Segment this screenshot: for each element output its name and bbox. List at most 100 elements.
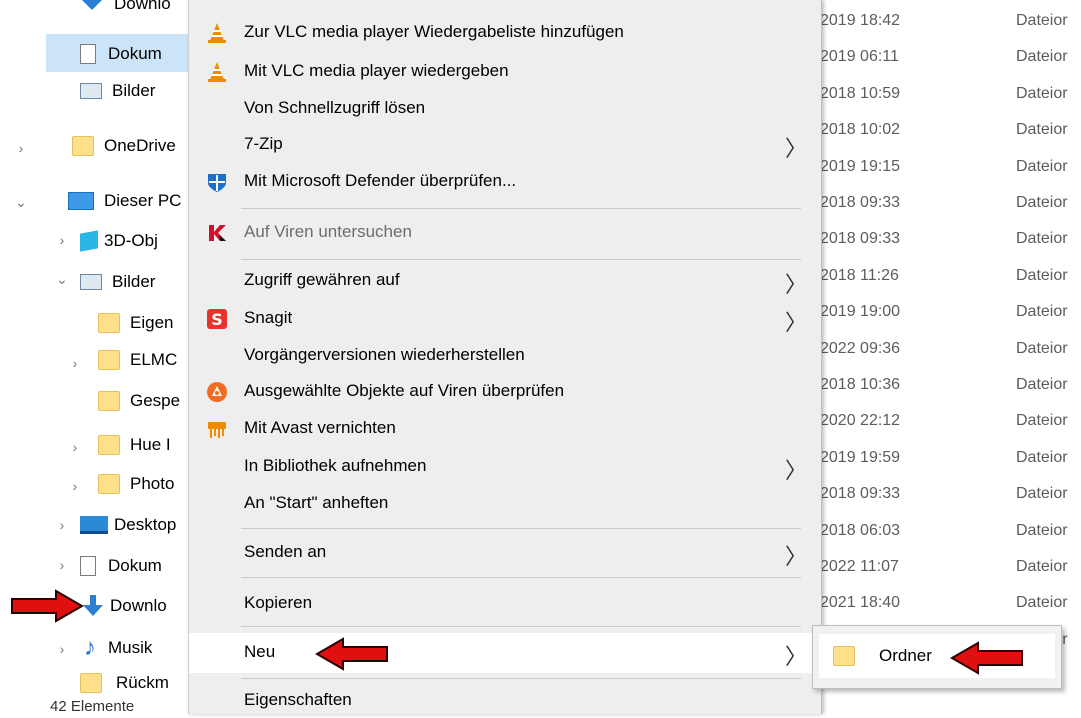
submenu-item-label: Ordner: [879, 646, 932, 665]
folder-icon: [98, 474, 120, 494]
menu-item-vlc-play[interactable]: Mit VLC media player wiedergeben: [189, 55, 821, 89]
download-arrow-icon: [80, 0, 104, 10]
menu-item-avast-scan[interactable]: Ausgewählte Objekte auf Viren überprüfen: [189, 375, 821, 409]
submenu-arrow-icon: 〉: [785, 310, 808, 335]
file-type: Dateior: [1016, 157, 1068, 175]
nav-item-documents-pc[interactable]: Dokum: [80, 548, 162, 584]
file-modified-date: 2018 09:33: [820, 230, 901, 248]
nav-item-this-pc[interactable]: Dieser PC: [68, 183, 181, 219]
menu-item-grant-access[interactable]: Zugriff gewähren auf 〉: [189, 264, 821, 298]
chevron-right-icon[interactable]: ›: [68, 356, 82, 370]
nav-item-label: ELMC: [130, 350, 178, 369]
nav-item-subfolder[interactable]: Eigen: [98, 305, 173, 341]
menu-item-label: Mit Microsoft Defender überprüfen...: [244, 171, 517, 190]
chevron-right-icon[interactable]: ›: [55, 558, 69, 572]
nav-item-label: Downlo: [110, 596, 167, 615]
nav-item-onedrive[interactable]: OneDrive: [72, 128, 176, 164]
menu-separator: [241, 626, 801, 627]
file-type: Dateior: [1016, 266, 1068, 284]
menu-item-pin-start[interactable]: An "Start" anheften: [189, 487, 821, 521]
menu-item-label: Mit VLC media player wiedergeben: [244, 61, 509, 80]
file-type: Dateior: [1016, 558, 1068, 575]
menu-item-snagit[interactable]: S Snagit 〉: [189, 302, 821, 336]
submenu-arrow-icon: 〉: [785, 458, 808, 483]
nav-item-label: Eigen: [130, 313, 174, 332]
nav-item-subfolder[interactable]: ELMC: [98, 342, 177, 378]
pictures-icon: [80, 274, 102, 290]
annotation-arrow-icon: [949, 641, 1023, 675]
file-modified-date: 2018 10:36: [820, 376, 901, 393]
nav-item-subfolder[interactable]: Photo: [98, 466, 174, 502]
menu-item-unpin-quick-access[interactable]: Von Schnellzugriff lösen: [189, 92, 821, 126]
nav-item-downloads-top[interactable]: Downlo: [80, 0, 171, 22]
file-modified-date: 2019 18:42: [820, 12, 901, 29]
file-type: Dateior: [1016, 448, 1068, 466]
chevron-right-icon[interactable]: ›: [68, 440, 82, 454]
menu-item-defender-scan[interactable]: Mit Microsoft Defender überprüfen...: [189, 165, 821, 199]
menu-item-7zip[interactable]: 7-Zip 〉: [189, 128, 821, 162]
nav-item-subfolder[interactable]: Hue I: [98, 427, 171, 463]
menu-item-label: Vorgängerversionen wiederherstellen: [244, 345, 525, 364]
file-type: Dateior: [1016, 521, 1068, 539]
shredder-icon: [208, 422, 226, 438]
chevron-right-icon[interactable]: ›: [55, 642, 69, 656]
menu-item-avast-shred[interactable]: Mit Avast vernichten: [189, 412, 821, 446]
folder-icon: [98, 313, 120, 333]
file-type: Dateior: [1016, 376, 1068, 393]
chevron-down-icon[interactable]: ⌄: [55, 272, 69, 286]
menu-item-label: Senden an: [244, 542, 327, 561]
menu-separator: [241, 208, 801, 209]
context-menu: Zur VLC media player Wiedergabeliste hin…: [188, 0, 822, 714]
menu-item-label: Zur VLC media player Wiedergabeliste hin…: [244, 22, 624, 41]
submenu-new: Ordner: [812, 625, 1062, 689]
annotation-arrow-icon: [11, 589, 85, 623]
menu-item-label: Kopieren: [244, 593, 313, 612]
submenu-arrow-icon: 〉: [785, 544, 808, 569]
menu-item-copy[interactable]: Kopieren: [189, 587, 821, 621]
menu-item-add-to-library[interactable]: In Bibliothek aufnehmen 〉: [189, 450, 821, 484]
nav-item-label: OneDrive: [104, 136, 176, 155]
chevron-down-icon[interactable]: ⌄: [14, 195, 28, 209]
file-modified-date: 2021 18:40: [820, 594, 901, 612]
file-type: Dateior: [1016, 594, 1068, 612]
nav-item-documents[interactable]: Dokum: [80, 36, 162, 72]
menu-item-vlc-add-playlist[interactable]: Zur VLC media player Wiedergabeliste hin…: [189, 16, 821, 50]
folder-icon: [98, 350, 120, 370]
nav-item-label: Musik: [108, 638, 153, 657]
chevron-right-icon[interactable]: ›: [14, 141, 28, 155]
menu-item-kaspersky-scan[interactable]: Auf Viren untersuchen: [189, 216, 821, 250]
pictures-icon: [80, 83, 102, 99]
vlc-cone-icon: [208, 23, 226, 43]
chevron-right-icon[interactable]: ›: [55, 518, 69, 532]
file-modified-date: 2019 19:15: [820, 157, 901, 175]
menu-item-label: Von Schnellzugriff lösen: [244, 98, 426, 117]
defender-shield-icon: [208, 174, 226, 192]
file-type: Dateior: [1016, 48, 1068, 66]
submenu-arrow-icon: 〉: [785, 644, 808, 669]
nav-item-subfolder[interactable]: Gespe: [98, 383, 180, 419]
menu-item-send-to[interactable]: Senden an 〉: [189, 536, 821, 570]
file-modified-date: 2018 10:59: [820, 84, 901, 102]
menu-item-label: Zugriff gewähren auf: [244, 270, 400, 289]
nav-item-subfolder[interactable]: Rückm: [80, 672, 169, 694]
nav-item-3d-objects[interactable]: 3D-Obj: [80, 223, 158, 259]
nav-item-label: Desktop: [114, 515, 177, 534]
menu-item-properties[interactable]: Eigenschaften: [189, 684, 821, 718]
menu-item-label: In Bibliothek aufnehmen: [244, 456, 427, 475]
nav-item-downloads[interactable]: Downlo: [80, 588, 167, 624]
menu-item-new[interactable]: Neu 〉: [189, 633, 821, 673]
status-bar-item-count: 42 Elemente: [50, 698, 135, 715]
nav-item-pictures-quick[interactable]: Bilder: [80, 73, 155, 109]
nav-item-music[interactable]: ♪ Musik: [84, 630, 152, 666]
avast-icon: [207, 382, 227, 402]
chevron-right-icon[interactable]: ›: [55, 233, 69, 247]
nav-item-label: Downlo: [114, 0, 171, 13]
file-type: Dateior: [1016, 12, 1068, 29]
chevron-right-icon[interactable]: ›: [68, 479, 82, 493]
file-modified-date: 2018 06:03: [820, 521, 901, 539]
file-type: Dateior: [1016, 194, 1068, 211]
menu-item-restore-versions[interactable]: Vorgängerversionen wiederherstellen: [189, 339, 821, 373]
desktop-icon: [80, 516, 108, 534]
nav-item-pictures[interactable]: Bilder: [80, 264, 155, 300]
nav-item-desktop[interactable]: Desktop: [80, 507, 176, 543]
